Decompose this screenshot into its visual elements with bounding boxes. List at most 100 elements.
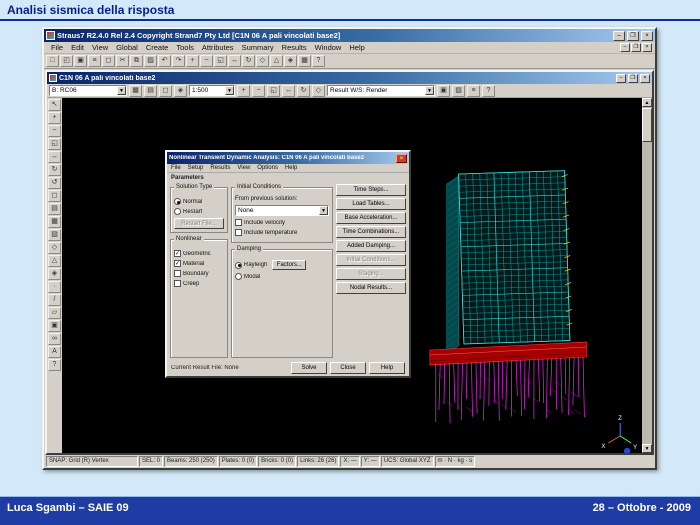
result-combo[interactable]: Result W/S: Render▼ — [327, 85, 435, 96]
dialog-menu-help[interactable]: Help — [285, 165, 297, 171]
cut-icon[interactable]: ✂ — [116, 55, 129, 67]
dialog-menu-file[interactable]: File — [171, 165, 181, 171]
plate-tool-icon[interactable]: ▱ — [48, 307, 61, 319]
label-tool-icon[interactable]: A — [48, 346, 61, 358]
restore-button[interactable]: ❐ — [627, 31, 639, 41]
top-view-tool-icon[interactable]: △ — [48, 255, 61, 267]
zoom-out-icon[interactable]: − — [200, 55, 213, 67]
mdi-close-button[interactable]: × — [642, 43, 652, 52]
nonlinear-boundary-checkbox[interactable] — [174, 270, 181, 277]
rotate-tool-icon[interactable]: ↻ — [48, 164, 61, 176]
damping-modal-radio[interactable] — [235, 273, 242, 280]
copy-icon[interactable]: ⧉ — [130, 55, 143, 67]
redo-icon[interactable]: ↷ — [172, 55, 185, 67]
beam-tool-icon[interactable]: / — [48, 294, 61, 306]
model-minimize-button[interactable]: – — [616, 74, 626, 83]
zoom-extents-icon[interactable]: ◱ — [214, 55, 227, 67]
pan-icon[interactable]: ↔ — [228, 55, 241, 67]
pan-tool-icon[interactable]: ↔ — [48, 151, 61, 163]
menu-results[interactable]: Results — [278, 42, 311, 53]
preview-icon[interactable]: ◻ — [102, 55, 115, 67]
zoom-out-tool-icon[interactable]: − — [48, 125, 61, 137]
new-file-icon[interactable]: □ — [46, 55, 59, 67]
undo-icon[interactable]: ↶ — [158, 55, 171, 67]
wireframe-icon[interactable]: ▤ — [144, 85, 157, 97]
solution-restart-radio[interactable] — [174, 208, 181, 215]
scroll-up-button[interactable]: ▲ — [642, 98, 652, 107]
solid-view-icon[interactable]: ▣ — [437, 85, 450, 97]
help-button[interactable]: Help — [369, 362, 405, 374]
factors-button[interactable]: Factors... — [272, 260, 306, 270]
save-icon[interactable]: ▣ — [74, 55, 87, 67]
nodal-results-button[interactable]: Nodal Results... — [336, 282, 406, 294]
initial-include-temperature-checkbox[interactable] — [235, 229, 242, 236]
close-button[interactable]: Close — [330, 362, 366, 374]
menu-window[interactable]: Window — [311, 42, 346, 53]
render-icon[interactable]: ◈ — [174, 85, 187, 97]
dialog-menu-view[interactable]: View — [237, 165, 250, 171]
app-titlebar[interactable]: Straus7 R2.4.0 Rel 2.4 Copyright Strand7… — [44, 29, 655, 42]
show-entities-icon[interactable]: ▦ — [129, 85, 142, 97]
model-restore-button[interactable]: ❐ — [628, 74, 638, 83]
menu-view[interactable]: View — [88, 42, 112, 53]
select-tool-icon[interactable]: ↖ — [48, 99, 61, 111]
view-help-icon[interactable]: ? — [482, 85, 495, 97]
zoom-in-view-icon[interactable]: + — [237, 85, 250, 97]
print-icon[interactable]: ≡ — [88, 55, 101, 67]
scroll-down-button[interactable]: ▼ — [642, 444, 652, 453]
wireframe-tool-icon[interactable]: ▤ — [48, 203, 61, 215]
initial-include-velocity-checkbox[interactable] — [235, 219, 242, 226]
chevron-down-icon[interactable]: ▼ — [319, 206, 328, 215]
damping-rayleigh-radio[interactable] — [235, 262, 242, 269]
model-window-titlebar[interactable]: C1N 06 A pali vincolati base2 – ❐ × — [47, 72, 652, 84]
redraw-tool-icon[interactable]: ↺ — [48, 177, 61, 189]
vertical-scrollbar[interactable]: ▲ ▼ — [642, 98, 652, 453]
chevron-down-icon[interactable]: ▼ — [425, 86, 434, 95]
menu-edit[interactable]: Edit — [67, 42, 88, 53]
solution-normal-radio[interactable] — [174, 198, 181, 205]
contour-icon[interactable]: ▨ — [452, 85, 465, 97]
menu-create[interactable]: Create — [142, 42, 173, 53]
model-close-button[interactable]: × — [640, 74, 650, 83]
solve-button[interactable]: Solve — [291, 362, 327, 374]
nonlinear-geometric-checkbox[interactable]: ✓ — [174, 250, 181, 257]
node-tool-icon[interactable]: · — [48, 281, 61, 293]
menu-help[interactable]: Help — [345, 42, 368, 53]
view-front-icon[interactable]: ◇ — [256, 55, 269, 67]
scroll-thumb[interactable] — [642, 108, 652, 142]
zoom-out-view-icon[interactable]: − — [252, 85, 265, 97]
time-steps-button[interactable]: Time Steps... — [336, 184, 406, 196]
zoom-box-view-icon[interactable]: ◱ — [267, 85, 280, 97]
added-damping-button[interactable]: Added Damping... — [336, 240, 406, 252]
menu-global[interactable]: Global — [112, 42, 142, 53]
base-acceleration-button[interactable]: Base Acceleration... — [336, 212, 406, 224]
chevron-down-icon[interactable]: ▼ — [225, 86, 234, 95]
zoom-in-tool-icon[interactable]: + — [48, 112, 61, 124]
iso-view-tool-icon[interactable]: ◈ — [48, 268, 61, 280]
scroll-track[interactable] — [642, 107, 652, 444]
dialog-close-button[interactable]: × — [396, 154, 407, 163]
open-file-icon[interactable]: ◰ — [60, 55, 73, 67]
zoom-box-tool-icon[interactable]: ◱ — [48, 138, 61, 150]
display-options-icon[interactable]: ▦ — [298, 55, 311, 67]
zoom-extents-tool-icon[interactable]: ◻ — [48, 190, 61, 202]
menu-attributes[interactable]: Attributes — [198, 42, 238, 53]
link-tool-icon[interactable]: ∞ — [48, 333, 61, 345]
view-options-icon[interactable]: ≡ — [467, 85, 480, 97]
dialog-titlebar[interactable]: Nonlinear Transient Dynamic Analysis: C1… — [167, 152, 409, 164]
zoom-in-icon[interactable]: + — [186, 55, 199, 67]
dialog-menu-results[interactable]: Results — [210, 165, 230, 171]
nonlinear-material-checkbox[interactable]: ✓ — [174, 260, 181, 267]
outline-icon[interactable]: ◻ — [159, 85, 172, 97]
load-tables-button[interactable]: Load Tables... — [336, 198, 406, 210]
dialog-menu-setup[interactable]: Setup — [188, 165, 204, 171]
front-view-tool-icon[interactable]: ◇ — [48, 242, 61, 254]
close-button[interactable]: × — [641, 31, 653, 41]
menu-tools[interactable]: Tools — [172, 42, 198, 53]
brick-tool-icon[interactable]: ▣ — [48, 320, 61, 332]
menu-summary[interactable]: Summary — [238, 42, 278, 53]
menu-file[interactable]: File — [47, 42, 67, 53]
dialog-menu-options[interactable]: Options — [257, 165, 278, 171]
rotate-icon[interactable]: ↻ — [242, 55, 255, 67]
front-view-icon[interactable]: ◇ — [312, 85, 325, 97]
